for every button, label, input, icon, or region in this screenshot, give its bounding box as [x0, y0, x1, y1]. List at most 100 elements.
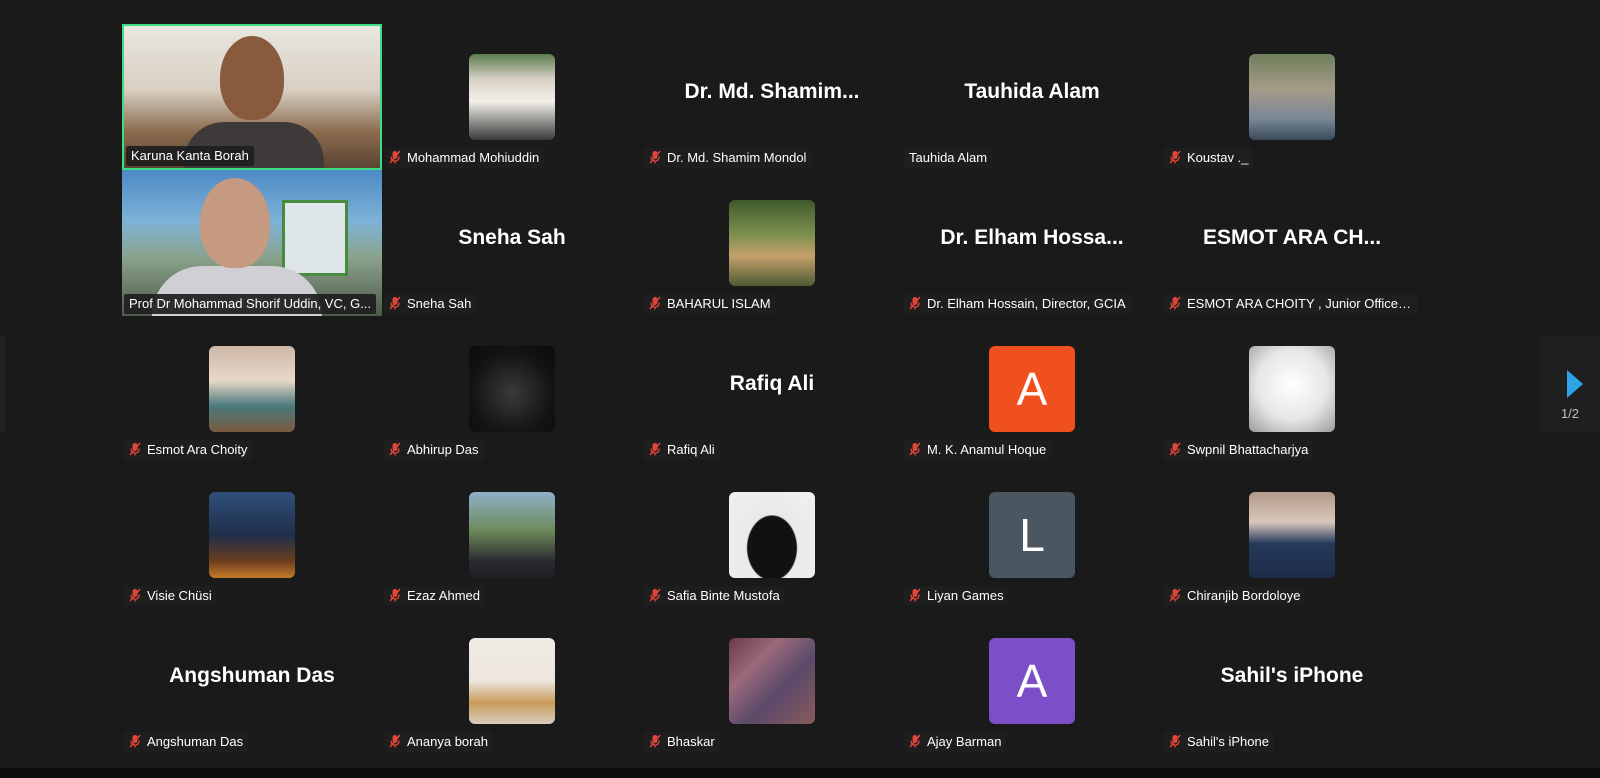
participant-tile[interactable]: Abhirup Das	[382, 316, 642, 462]
participant-tile[interactable]: L Liyan Games	[902, 462, 1162, 608]
display-name-placeholder: ESMOT ARA CH...	[1202, 226, 1382, 249]
muted-mic-icon	[389, 442, 401, 456]
next-arrow-icon	[1565, 368, 1585, 405]
muted-mic-icon	[129, 588, 141, 602]
participant-name-label: Angshuman Das	[124, 732, 249, 752]
participant-name: Dr. Md. Shamim Mondol	[667, 150, 807, 165]
participant-tile[interactable]: Esmot Ara Choity	[122, 316, 382, 462]
muted-mic-icon	[649, 296, 661, 310]
participant-name: Koustav ._	[1187, 150, 1249, 165]
participant-name-label: Chiranjib Bordoloye	[1164, 586, 1306, 606]
participant-name: Mohammad Mohiuddin	[407, 150, 540, 165]
participant-name-label: Dr. Elham Hossain, Director, GCIA	[904, 294, 1131, 314]
participant-tile[interactable]: Bhaskar	[642, 608, 902, 754]
participant-name-label: ESMOT ARA CHOITY , Junior Officer, ...	[1164, 294, 1418, 314]
muted-mic-icon	[389, 150, 401, 164]
participant-name-label: Safia Binte Mustofa	[644, 586, 785, 606]
participant-tile[interactable]: Prof Dr Mohammad Shorif Uddin, VC, G...	[122, 170, 382, 316]
participant-name-label: Swpnil Bhattacharjya	[1164, 440, 1314, 460]
participant-gallery: Karuna Kanta Borah Mohammad Mohiuddin Dr. …	[0, 0, 1600, 778]
participant-name: Chiranjib Bordoloye	[1187, 588, 1301, 603]
participant-tile[interactable]: Safia Binte Mustofa	[642, 462, 902, 608]
participant-name: Bhaskar	[667, 734, 715, 749]
participant-name: BAHARUL ISLAM	[667, 296, 771, 311]
participant-tile[interactable]: Sahil's iPhone Sahil's iPhone	[1162, 608, 1422, 754]
participant-tile[interactable]: Karuna Kanta Borah	[122, 24, 382, 170]
participant-name: Swpnil Bhattacharjya	[1187, 442, 1309, 457]
participant-name-label: Liyan Games	[904, 586, 1009, 606]
participant-tile[interactable]: Ezaz Ahmed	[382, 462, 642, 608]
participant-tile[interactable]: Ananya borah	[382, 608, 642, 754]
participant-name: Esmot Ara Choity	[147, 442, 248, 457]
display-name-placeholder: Dr. Elham Hossa...	[940, 226, 1124, 249]
muted-mic-icon	[389, 588, 401, 602]
muted-mic-icon	[649, 442, 661, 456]
participant-tile[interactable]: Rafiq Ali Rafiq Ali	[642, 316, 902, 462]
participant-name: Tauhida Alam	[909, 150, 988, 165]
participant-name: Sahil's iPhone	[1187, 734, 1269, 749]
participant-name: Visie Chüsi	[147, 588, 212, 603]
participant-name: Karuna Kanta Borah	[131, 148, 249, 163]
bottom-strip	[0, 768, 1600, 778]
initial-avatar: A	[989, 346, 1075, 432]
participant-tile[interactable]: A Ajay Barman	[902, 608, 1162, 754]
participant-name-label: Sahil's iPhone	[1164, 732, 1274, 752]
participant-tile[interactable]: Angshuman Das Angshuman Das	[122, 608, 382, 754]
next-page-button[interactable]: 1/2	[1540, 336, 1600, 432]
participant-name: Prof Dr Mohammad Shorif Uddin, VC, G...	[129, 296, 372, 311]
participant-tile[interactable]: Tauhida Alam Tauhida Alam	[902, 24, 1162, 170]
participant-tile[interactable]: Sneha Sah Sneha Sah	[382, 170, 642, 316]
profile-photo	[469, 54, 555, 140]
participant-name: Ezaz Ahmed	[407, 588, 480, 603]
profile-photo	[1249, 346, 1335, 432]
participant-name-label: Ezaz Ahmed	[384, 586, 485, 606]
muted-mic-icon	[909, 734, 921, 748]
display-name-placeholder: Sneha Sah	[458, 226, 566, 249]
participant-tile[interactable]: ESMOT ARA CH... ESMOT ARA CHOITY , Junior…	[1162, 170, 1422, 316]
profile-photo	[469, 638, 555, 724]
participant-tile[interactable]: Koustav ._	[1162, 24, 1422, 170]
display-name-placeholder: Dr. Md. Shamim...	[684, 80, 860, 103]
participant-name: Safia Binte Mustofa	[667, 588, 780, 603]
participant-name-label: Ajay Barman	[904, 732, 1007, 752]
muted-mic-icon	[909, 588, 921, 602]
display-name-placeholder: Angshuman Das	[169, 664, 335, 687]
participant-name: M. K. Anamul Hoque	[927, 442, 1047, 457]
muted-mic-icon	[129, 442, 141, 456]
profile-photo	[209, 492, 295, 578]
participant-tile[interactable]: Dr. Md. Shamim... Dr. Md. Shamim Mondol	[642, 24, 902, 170]
profile-photo	[1249, 54, 1335, 140]
muted-mic-icon	[389, 296, 401, 310]
participant-tile[interactable]: Dr. Elham Hossa... Dr. Elham Hossain, Dir…	[902, 170, 1162, 316]
muted-mic-icon	[389, 734, 401, 748]
participant-tile[interactable]: Visie Chüsi	[122, 462, 382, 608]
participant-name-label: Bhaskar	[644, 732, 720, 752]
participant-tile[interactable]: BAHARUL ISLAM	[642, 170, 902, 316]
participant-name: Liyan Games	[927, 588, 1004, 603]
initial-avatar: A	[989, 638, 1075, 724]
participant-name-label: Abhirup Das	[384, 440, 484, 460]
muted-mic-icon	[129, 734, 141, 748]
previous-page-button[interactable]	[0, 336, 6, 432]
participant-name-label: Rafiq Ali	[644, 440, 720, 460]
participant-name-label: Koustav ._	[1164, 148, 1254, 168]
muted-mic-icon	[649, 734, 661, 748]
participant-name-label: Esmot Ara Choity	[124, 440, 253, 460]
initial-avatar: L	[989, 492, 1075, 578]
muted-mic-icon	[1169, 588, 1181, 602]
participant-name-label: Ananya borah	[384, 732, 493, 752]
participant-tile[interactable]: A M. K. Anamul Hoque	[902, 316, 1162, 462]
page-indicator: 1/2	[1560, 406, 1580, 421]
participant-name-label: Tauhida Alam	[904, 148, 993, 168]
participant-name-label: M. K. Anamul Hoque	[904, 440, 1052, 460]
muted-mic-icon	[649, 150, 661, 164]
participant-name: Sneha Sah	[407, 296, 472, 311]
display-name-placeholder: Sahil's iPhone	[1220, 664, 1364, 687]
participant-name: Abhirup Das	[407, 442, 479, 457]
display-name-placeholder: Tauhida Alam	[964, 80, 1100, 103]
profile-photo	[729, 638, 815, 724]
participant-tile[interactable]: Chiranjib Bordoloye	[1162, 462, 1422, 608]
muted-mic-icon	[909, 296, 921, 310]
participant-tile[interactable]: Swpnil Bhattacharjya	[1162, 316, 1422, 462]
participant-tile[interactable]: Mohammad Mohiuddin	[382, 24, 642, 170]
